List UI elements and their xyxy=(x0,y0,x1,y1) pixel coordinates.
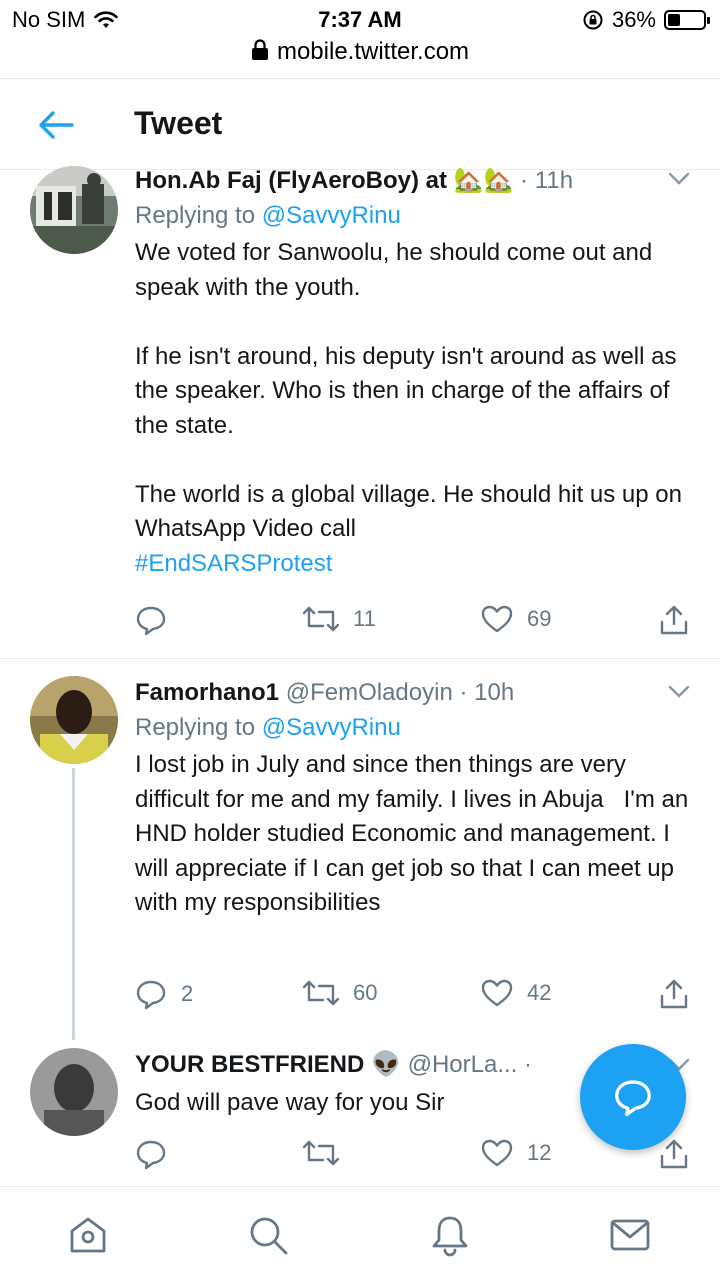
share-icon xyxy=(660,979,688,1009)
share-button[interactable] xyxy=(659,978,689,1010)
battery-percentage: 36% xyxy=(611,7,656,32)
reply-button[interactable] xyxy=(135,1138,181,1170)
battery-icon xyxy=(664,10,710,30)
status-right: 36% xyxy=(582,7,710,33)
heart-icon xyxy=(481,979,513,1007)
author-name[interactable]: Hon.Ab Faj (FlyAeroBoy) at xyxy=(135,167,447,194)
mail-icon[interactable] xyxy=(608,1213,652,1257)
search-icon[interactable] xyxy=(246,1213,290,1257)
author-emoji: 🏡🏡 xyxy=(453,167,514,194)
bottom-navigation xyxy=(0,1186,720,1280)
replying-to: Replying to @SavvyRinu xyxy=(135,198,695,234)
bell-icon[interactable] xyxy=(428,1213,472,1257)
tweet-header: Tweet xyxy=(0,78,720,170)
tweet-content: Hon.Ab Faj (FlyAeroBoy) at 🏡🏡 · 11h Repl… xyxy=(135,164,695,581)
replying-label: Replying to xyxy=(135,714,256,741)
tweet-author-line: Famorhano1 @FemOladoyin · 10h xyxy=(135,676,695,710)
page-title: Tweet xyxy=(134,105,223,141)
tweet-actions: 2 60 42 xyxy=(135,978,695,1018)
reply-icon xyxy=(136,980,166,1010)
chevron-down-icon[interactable] xyxy=(668,685,690,699)
author-emoji: 👽 xyxy=(371,1051,401,1078)
tweet-author-line: Hon.Ab Faj (FlyAeroBoy) at 🏡🏡 · 11h xyxy=(135,164,695,198)
back-arrow-icon[interactable] xyxy=(36,107,76,143)
heart-icon xyxy=(481,1139,513,1167)
retweet-count: 11 xyxy=(353,606,376,631)
tweet-time[interactable]: · 10h xyxy=(459,679,514,706)
author-name[interactable]: YOUR BESTFRIEND xyxy=(135,1051,364,1078)
like-count: 12 xyxy=(527,1140,552,1165)
replying-mention[interactable]: @SavvyRinu xyxy=(262,714,401,741)
retweet-count: 60 xyxy=(353,980,378,1005)
avatar[interactable] xyxy=(30,1048,118,1136)
reply-button[interactable]: 2 xyxy=(135,978,193,1010)
author-name[interactable]: Famorhano1 xyxy=(135,679,279,706)
status-bar: No SIM 7:37 AM 36% xyxy=(0,0,720,40)
tweet-actions: 11 69 xyxy=(135,604,695,644)
home-icon[interactable] xyxy=(66,1213,110,1257)
url-text: mobile.twitter.com xyxy=(276,38,470,65)
heart-icon xyxy=(481,605,513,633)
share-icon xyxy=(660,1139,688,1169)
retweet-button[interactable]: 11 xyxy=(303,604,376,634)
retweet-button[interactable] xyxy=(303,1138,353,1168)
like-count: 42 xyxy=(527,980,552,1005)
compose-reply-icon xyxy=(615,1080,651,1117)
hashtag-link[interactable]: #EndSARSProtest xyxy=(135,550,332,577)
retweet-icon xyxy=(303,1140,339,1166)
share-icon xyxy=(660,605,688,635)
tweet-divider xyxy=(0,658,720,659)
replying-label: Replying to xyxy=(135,202,256,229)
replying-to: Replying to @SavvyRinu xyxy=(135,710,695,746)
chevron-down-icon[interactable] xyxy=(668,172,690,186)
tweet-time[interactable]: · 11h xyxy=(520,167,573,194)
tweet-time[interactable]: · xyxy=(524,1051,532,1078)
like-button[interactable]: 42 xyxy=(481,978,551,1008)
author-handle[interactable]: @FemOladoyin xyxy=(286,679,453,706)
like-count: 69 xyxy=(527,606,552,631)
tweet-text: We voted for Sanwoolu, he should come ou… xyxy=(135,236,695,581)
retweet-icon xyxy=(303,606,339,632)
reply-icon xyxy=(136,606,166,636)
reply-button[interactable] xyxy=(135,604,181,636)
reply-count: 2 xyxy=(181,981,194,1006)
address-bar[interactable]: mobile.twitter.com xyxy=(0,38,720,66)
share-button[interactable] xyxy=(659,1138,689,1170)
tweet-item[interactable]: Famorhano1 @FemOladoyin · 10h Replying t… xyxy=(0,676,720,1036)
avatar[interactable] xyxy=(30,166,118,254)
tweet-content: Famorhano1 @FemOladoyin · 10h Replying t… xyxy=(135,676,695,921)
battery-level xyxy=(668,14,680,26)
rotation-lock-icon xyxy=(583,10,603,30)
replying-mention[interactable]: @SavvyRinu xyxy=(262,202,401,229)
like-button[interactable]: 69 xyxy=(481,604,551,634)
tweet-item[interactable]: Hon.Ab Faj (FlyAeroBoy) at 🏡🏡 · 11h Repl… xyxy=(0,166,720,658)
avatar[interactable] xyxy=(30,676,118,764)
author-handle[interactable]: @HorLa... xyxy=(408,1051,518,1078)
lock-icon xyxy=(251,39,268,60)
tweet-text: I lost job in July and since then things… xyxy=(135,751,695,916)
reply-icon xyxy=(136,1140,166,1170)
compose-reply-button[interactable] xyxy=(580,1044,686,1150)
retweet-button[interactable]: 60 xyxy=(303,978,377,1008)
like-button[interactable]: 12 xyxy=(481,1138,551,1168)
tweet-body-text: We voted for Sanwoolu, he should come ou… xyxy=(135,239,682,542)
retweet-icon xyxy=(303,980,339,1006)
share-button[interactable] xyxy=(659,604,689,636)
